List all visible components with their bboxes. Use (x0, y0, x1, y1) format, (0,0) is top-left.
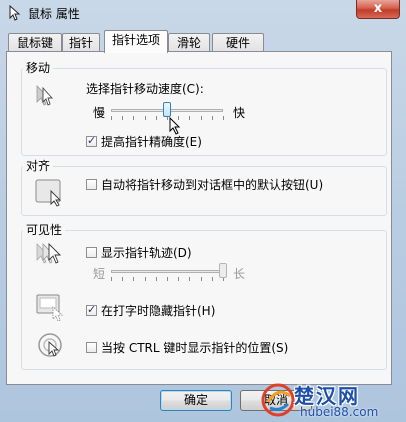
pointer-trails-label[interactable]: 显示指针轨迹(D) (101, 246, 192, 260)
slider-tick (122, 277, 124, 281)
slider-tick (178, 277, 180, 281)
slider-tick (133, 277, 135, 281)
hide-pointer-icon (36, 294, 64, 322)
title-bar: 鼠标 属性 x (0, 0, 406, 26)
slider-tick (111, 277, 112, 281)
precision-checkbox[interactable] (86, 134, 97, 147)
motion-group-title: 移动 (23, 61, 54, 75)
snap-to-label[interactable]: 自动将指针移动到对话框中的默认按钮(U) (101, 178, 323, 192)
slider-tick (155, 277, 157, 281)
visibility-group-title: 可见性 (23, 223, 66, 237)
show-location-icon (38, 333, 62, 357)
slider-tick (133, 116, 135, 120)
precision-label[interactable]: 提高指针精确度(E) (101, 135, 202, 149)
slider-tick (200, 277, 202, 281)
slider-tick (189, 116, 191, 120)
mouse-properties-window: 鼠标 属性 x 鼠标键 指针 指针选项 滑轮 硬件 移动 选择指针移动速度(C)… (0, 0, 406, 422)
window-title: 鼠标 属性 (28, 7, 80, 21)
hide-while-typing-label[interactable]: 在打字时隐藏指针(H) (101, 304, 215, 318)
pointer-speed-icon (36, 85, 54, 106)
pointer-options-panel: 移动 选择指针移动速度(C): 慢 快 提高指针精确度(E) 对齐 自动将指针移… (6, 51, 392, 385)
slider-tick (155, 116, 157, 120)
snap-to-checkbox[interactable] (86, 179, 97, 190)
watermark-logo-icon (261, 383, 295, 417)
tab-strip: 鼠标键 指针 指针选项 滑轮 硬件 (6, 30, 396, 53)
tab-buttons[interactable]: 鼠标键 (8, 33, 62, 51)
trails-slider-thumb[interactable] (219, 263, 227, 278)
tab-pointer-options[interactable]: 指针选项 (104, 30, 168, 53)
slow-label: 慢 (93, 106, 106, 120)
trails-slider-track[interactable] (111, 270, 223, 273)
cursor-icon (169, 117, 181, 135)
slider-tick (144, 116, 146, 120)
site-watermark: 楚汉网 hubei88.com (256, 380, 406, 422)
watermark-url: hubei88.com (300, 405, 379, 419)
speed-slider-thumb[interactable] (163, 102, 171, 117)
mouse-app-icon (9, 5, 21, 21)
slider-tick (167, 277, 168, 281)
slider-tick (189, 277, 191, 281)
fast-label: 快 (233, 106, 246, 120)
short-label: 短 (93, 267, 106, 281)
slider-tick (144, 277, 146, 281)
slider-tick (111, 116, 112, 120)
slider-tick (200, 116, 202, 120)
motion-group (21, 68, 387, 156)
slider-tick (223, 116, 224, 120)
slider-tick (211, 116, 213, 120)
hide-while-typing-checkbox[interactable] (86, 303, 97, 316)
snap-to-icon (35, 179, 62, 207)
ok-button[interactable]: 确定 (160, 390, 232, 411)
long-label: 长 (233, 267, 246, 281)
slider-tick (122, 116, 124, 120)
tab-wheel[interactable]: 滑轮 (168, 33, 210, 51)
tab-hardware[interactable]: 硬件 (212, 33, 264, 51)
slider-tick (211, 277, 213, 281)
pointer-trails-checkbox[interactable] (86, 247, 97, 258)
show-location-checkbox[interactable] (86, 342, 97, 353)
speed-label: 选择指针移动速度(C): (86, 82, 204, 96)
close-button[interactable]: x (356, 0, 400, 19)
snap-group-title: 对齐 (23, 159, 54, 173)
pointer-trails-icon (36, 242, 62, 264)
tab-pointers[interactable]: 指针 (62, 33, 100, 51)
show-location-label[interactable]: 当按 CTRL 键时显示指针的位置(S) (101, 341, 288, 355)
